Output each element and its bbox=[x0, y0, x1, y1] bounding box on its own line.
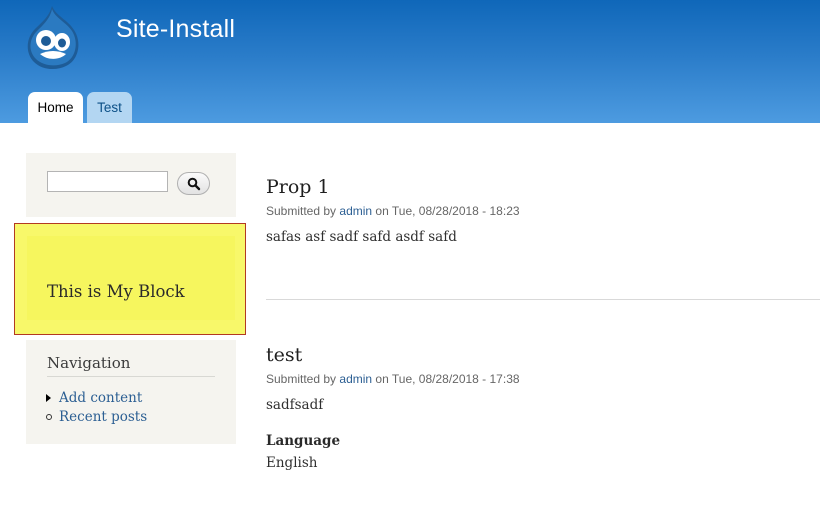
site-header: Site-Install Home Test bbox=[0, 0, 820, 123]
node-body: safas asf sadf safd asdf safd bbox=[266, 229, 457, 245]
tab-test[interactable]: Test bbox=[87, 92, 132, 123]
submitted-prefix: Submitted by bbox=[266, 372, 337, 386]
node-title-prop-1[interactable]: Prop 1 bbox=[266, 176, 330, 198]
field-label-language: Language bbox=[266, 433, 341, 449]
my-block: This is My Block bbox=[14, 223, 246, 335]
magnifier-icon bbox=[187, 177, 200, 190]
my-block-content: This is My Block bbox=[27, 236, 235, 320]
node-submitted: Submitted by admin on Tue, 08/28/2018 - … bbox=[266, 372, 520, 386]
node-divider bbox=[266, 299, 820, 300]
node-body: sadfsadf bbox=[266, 397, 324, 413]
site-name[interactable]: Site-Install bbox=[116, 15, 235, 44]
author-link[interactable]: admin bbox=[339, 204, 372, 218]
nav-item-recent-posts[interactable]: Recent posts bbox=[46, 409, 147, 425]
search-block bbox=[26, 153, 236, 217]
node-title-test[interactable]: test bbox=[266, 344, 302, 366]
nav-item-label[interactable]: Add content bbox=[59, 390, 142, 406]
node-submitted: Submitted by admin on Tue, 08/28/2018 - … bbox=[266, 204, 520, 218]
circle-bullet-icon bbox=[46, 414, 56, 420]
search-input[interactable] bbox=[47, 171, 168, 192]
search-button[interactable] bbox=[177, 172, 210, 195]
navigation-title: Navigation bbox=[47, 354, 131, 372]
nav-item-add-content[interactable]: Add content bbox=[46, 390, 142, 406]
navigation-block: Navigation Add content Recent posts bbox=[26, 340, 236, 444]
drupal-logo-icon[interactable] bbox=[22, 4, 86, 70]
triangle-bullet-icon bbox=[46, 394, 56, 402]
author-link[interactable]: admin bbox=[339, 372, 372, 386]
submitted-date: on Tue, 08/28/2018 - 17:38 bbox=[375, 372, 520, 386]
submitted-prefix: Submitted by bbox=[266, 204, 337, 218]
navigation-divider bbox=[47, 376, 215, 377]
my-block-text: This is My Block bbox=[47, 282, 185, 301]
field-value-language: English bbox=[266, 455, 318, 471]
nav-item-label[interactable]: Recent posts bbox=[59, 409, 147, 425]
submitted-date: on Tue, 08/28/2018 - 18:23 bbox=[375, 204, 520, 218]
tab-home[interactable]: Home bbox=[28, 92, 83, 123]
